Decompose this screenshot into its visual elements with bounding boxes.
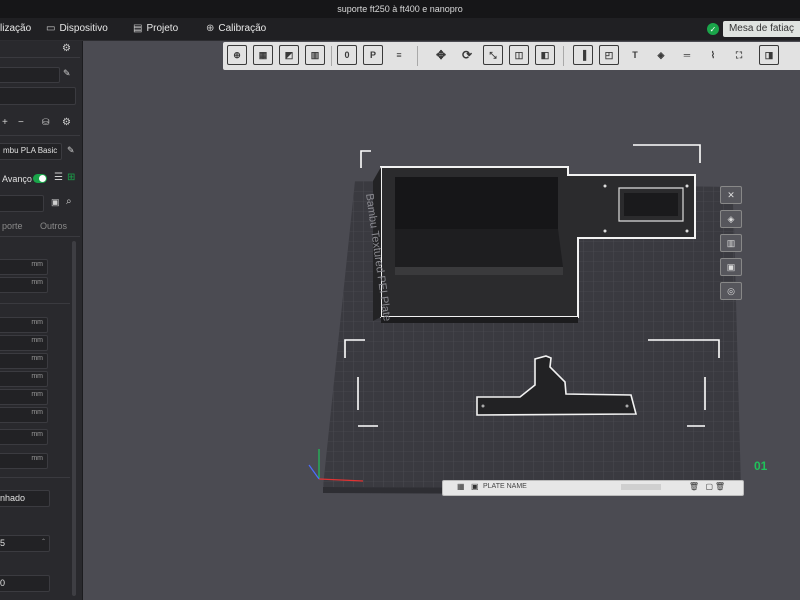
- plate-name-bar[interactable]: ▦ ▣ PLATE NAME 🗑 ▢ 🗑: [442, 480, 744, 496]
- arrange-grid-icon[interactable]: ▦: [253, 45, 273, 65]
- lay-on-face-icon[interactable]: ◫: [509, 45, 529, 65]
- search-icon[interactable]: ⌕: [66, 196, 72, 207]
- setting-field[interactable]: mm: [0, 371, 48, 387]
- plate-side-tools: ✕ ◈ ▥ ▣ ◎: [720, 186, 744, 306]
- trash-icon[interactable]: 🗑: [689, 482, 699, 491]
- plate-zero-icon[interactable]: 0: [337, 45, 357, 65]
- remove-icon[interactable]: −: [18, 117, 24, 128]
- seam-paint-icon[interactable]: ◰: [599, 45, 619, 65]
- menu-item-device[interactable]: ▭ Dispositivo: [46, 18, 108, 40]
- printer-select[interactable]: [0, 67, 60, 83]
- plate-settings-icon[interactable]: ◎: [720, 282, 742, 300]
- plate-number[interactable]: 01: [754, 459, 767, 473]
- number-stepper[interactable]: 5 ⌃: [0, 535, 50, 552]
- plate-name: PLATE NAME: [483, 483, 527, 490]
- divider: [0, 236, 80, 237]
- file-icon: ▤: [133, 23, 143, 34]
- check-icon[interactable]: ✓: [706, 23, 719, 35]
- auto-orient-icon[interactable]: ◩: [279, 45, 299, 65]
- main-toolbar: ⊕ ▦ ◩ ▥ 0 P ≡ ✥ ⟳ ⤡ ◫ ◧ ▐ ◰ T ◈ ═ ⌇ ⛶ ◨: [223, 42, 800, 70]
- setting-field[interactable]: mm: [0, 407, 48, 423]
- rotate-icon[interactable]: ⟳: [457, 45, 477, 65]
- divider: [0, 303, 70, 304]
- menu-item-label: Projeto: [146, 23, 179, 34]
- tab-others[interactable]: Outros: [40, 221, 67, 231]
- slice-plate-button[interactable]: Mesa de fatiaç: [722, 21, 800, 37]
- setting-field[interactable]: mm: [0, 277, 48, 293]
- delete-plate-icon[interactable]: ✕: [720, 186, 742, 204]
- number-value: 5: [0, 538, 6, 548]
- plate-grid-icon[interactable]: ▦: [457, 482, 465, 491]
- save-icon[interactable]: ▣: [51, 197, 60, 208]
- assembly-icon[interactable]: ⌇: [703, 45, 723, 65]
- setting-field[interactable]: mm: [0, 335, 48, 351]
- setting-field[interactable]: mm: [0, 317, 48, 333]
- edit-icon[interactable]: ✎: [63, 68, 71, 79]
- lock-plate-icon[interactable]: ▣: [720, 258, 742, 276]
- plate-p-icon[interactable]: P: [363, 45, 383, 65]
- divider: [0, 477, 70, 478]
- move-icon[interactable]: ✥: [431, 45, 451, 65]
- 3d-viewport[interactable]: Bambu Textured PEI Plate: [83, 71, 800, 600]
- pattern-select[interactable]: nhado: [0, 490, 50, 507]
- menu-bar: lização ▭ Dispositivo ▤ Projeto ⊕ Calibr…: [0, 18, 800, 41]
- add-object-icon[interactable]: ⊕: [227, 45, 247, 65]
- advanced-label: Avanço: [2, 174, 32, 184]
- cut-icon[interactable]: ◧: [535, 45, 555, 65]
- menu-item-project[interactable]: ▤ Projeto: [133, 18, 178, 40]
- menu-item-calibration[interactable]: ⊕ Calibração: [206, 18, 266, 40]
- search-settings-input[interactable]: [0, 195, 44, 212]
- zero-value: 0: [0, 578, 6, 588]
- menu-item-label: Calibração: [218, 23, 267, 34]
- menu-item-label: Dispositivo: [59, 23, 108, 34]
- measure-icon[interactable]: ═: [677, 45, 697, 65]
- menu-item-label: lização: [0, 23, 32, 34]
- divider: [0, 57, 80, 58]
- menu-item-visualization[interactable]: lização: [0, 18, 31, 40]
- plate-select[interactable]: [0, 87, 76, 105]
- layout-icon[interactable]: ▥: [305, 45, 325, 65]
- divider: [0, 135, 80, 136]
- edit-icon[interactable]: ✎: [67, 145, 75, 156]
- setting-field[interactable]: mm: [0, 389, 48, 405]
- gear-icon[interactable]: ⚙: [62, 43, 71, 54]
- pattern-value: nhado: [0, 493, 26, 503]
- settings-sidebar: ⚙ ✎ + − ⛁ ⚙ mbu PLA Basic ✎ Avanço ☰ ⊞ ▣…: [0, 41, 83, 600]
- tab-support[interactable]: porte: [2, 221, 23, 231]
- monitor-icon: ▭: [46, 23, 56, 34]
- lock-view-icon[interactable]: ◨: [759, 45, 779, 65]
- sidebar-scrollbar[interactable]: [72, 241, 76, 596]
- layers-icon[interactable]: ≡: [389, 45, 409, 65]
- list-icon[interactable]: ☰: [54, 172, 63, 183]
- plate-progress-track: [621, 484, 661, 490]
- filament-sync-icon[interactable]: ⛁: [42, 117, 50, 128]
- setting-field[interactable]: mm: [0, 259, 48, 275]
- compare-icon[interactable]: ⊞: [67, 172, 75, 183]
- orient-plate-icon[interactable]: ◈: [720, 210, 742, 228]
- section-icon[interactable]: ⛶: [729, 45, 749, 65]
- add-icon[interactable]: +: [2, 117, 8, 128]
- setting-field[interactable]: mm: [0, 353, 48, 369]
- setting-field[interactable]: mm: [0, 453, 48, 469]
- window-title: suporte ft250 à ft400 e nanopro: [0, 0, 800, 18]
- calibration-icon: ⊕: [206, 23, 215, 34]
- paint-bucket-icon[interactable]: ◈: [651, 45, 671, 65]
- slice-area: ✓ Mesa de fatiaç: [706, 18, 800, 40]
- trash-icon[interactable]: 🗑: [715, 482, 725, 491]
- support-paint-icon[interactable]: ▐: [573, 45, 593, 65]
- frame-icon[interactable]: ▢: [705, 482, 713, 491]
- arrange-plate-icon[interactable]: ▥: [720, 234, 742, 252]
- advanced-toggle[interactable]: [33, 174, 47, 183]
- text-icon[interactable]: T: [625, 45, 645, 65]
- value-field[interactable]: 0: [0, 575, 50, 592]
- stepper-icon[interactable]: ⌃: [41, 538, 46, 545]
- filament-select[interactable]: mbu PLA Basic: [0, 143, 62, 160]
- filament-name: mbu PLA Basic: [3, 146, 58, 155]
- settings-icon[interactable]: ⚙: [62, 117, 71, 128]
- plate-select-icon[interactable]: ▣: [471, 482, 479, 491]
- scale-icon[interactable]: ⤡: [483, 45, 503, 65]
- setting-field[interactable]: mm: [0, 429, 48, 445]
